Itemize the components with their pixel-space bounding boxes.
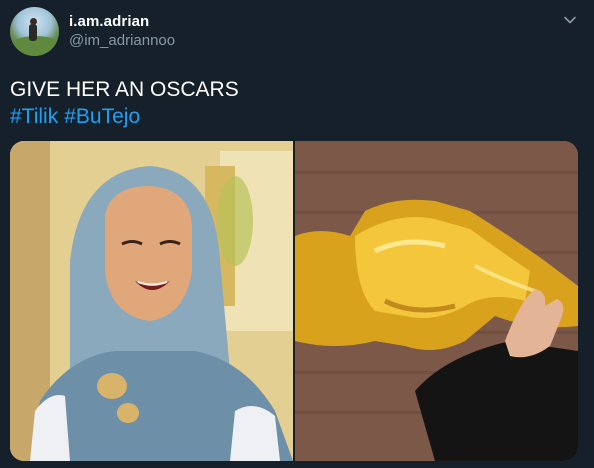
hashtag-link[interactable]: #BuTejo xyxy=(64,105,140,128)
tweet-body: GIVE HER AN OSCARS xyxy=(10,78,239,101)
hijab-woman-photo-icon xyxy=(10,141,293,461)
chevron-down-icon[interactable] xyxy=(561,11,579,29)
avatar[interactable] xyxy=(10,7,59,56)
tweet-text: GIVE HER AN OSCARS #Tilik #BuTejo xyxy=(10,76,239,130)
avatar-person-body xyxy=(29,24,37,41)
hashtag-link[interactable]: #Tilik xyxy=(10,105,58,128)
media-photo-right[interactable] xyxy=(295,141,578,461)
media-grid xyxy=(10,141,578,461)
tweet: i.am.adrian @im_adriannoo GIVE HER AN OS… xyxy=(0,0,594,468)
media-photo-left[interactable] xyxy=(10,141,293,461)
user-handle[interactable]: @im_adriannoo xyxy=(69,32,175,49)
display-name[interactable]: i.am.adrian xyxy=(69,13,149,30)
oscar-statuette-photo-icon xyxy=(295,141,578,461)
hashtag-list: #Tilik #BuTejo xyxy=(10,103,239,130)
